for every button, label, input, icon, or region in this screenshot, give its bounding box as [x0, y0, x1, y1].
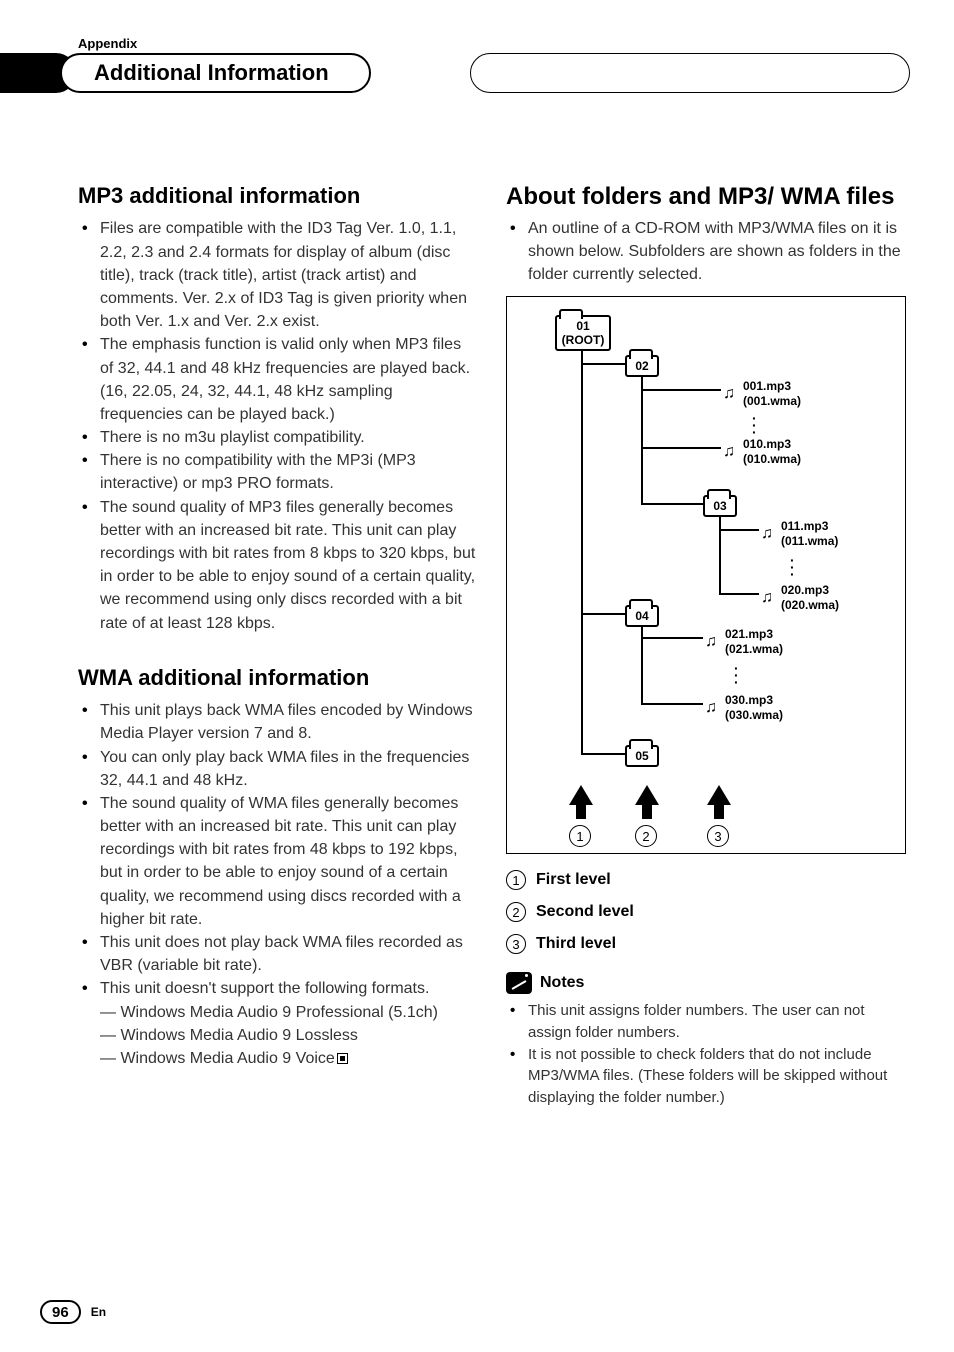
- list-item: The emphasis function is valid only when…: [78, 333, 478, 426]
- music-note-icon: [723, 444, 739, 460]
- up-arrow-icon: [707, 785, 731, 805]
- level-row: 1 First level: [506, 870, 906, 890]
- tree-line: [581, 363, 625, 365]
- file-020: 020.mp3(020.wma): [761, 583, 839, 612]
- wma-sub-text: — Windows Media Audio 9 Voice: [100, 1050, 335, 1067]
- tree-line: [719, 593, 759, 595]
- file-030: 030.mp3(030.wma): [705, 693, 783, 722]
- tree-line: [641, 703, 703, 705]
- list-item: There is no compatibility with the MP3i …: [78, 449, 478, 495]
- pencil-icon: [506, 972, 532, 994]
- tree-line: [719, 515, 721, 595]
- list-item: There is no m3u playlist compatibility.: [78, 426, 478, 449]
- folder-05: 05: [625, 745, 659, 767]
- circled-number: 1: [506, 870, 526, 890]
- page-number: 96: [40, 1300, 81, 1324]
- tree-line: [641, 375, 643, 505]
- music-note-icon: [761, 590, 777, 606]
- wma-bullet-list: This unit plays back WMA files encoded b…: [78, 699, 478, 1000]
- list-item: An outline of a CD-ROM with MP3/WMA file…: [506, 217, 906, 287]
- title-pill: Additional Information: [60, 53, 371, 93]
- notes-label: Notes: [540, 974, 584, 992]
- intro-list: An outline of a CD-ROM with MP3/WMA file…: [506, 217, 906, 287]
- folder-root: 01(ROOT): [555, 315, 611, 351]
- circled-number: 2: [506, 902, 526, 922]
- page-title: Additional Information: [94, 60, 329, 86]
- mp3-bullet-list: Files are compatible with the ID3 Tag Ve…: [78, 217, 478, 634]
- notes-list: This unit assigns folder numbers. The us…: [506, 1000, 906, 1109]
- level-label: Second level: [536, 903, 634, 921]
- mp3-heading: MP3 additional information: [78, 183, 478, 209]
- vertical-dots-icon: ···: [790, 557, 795, 578]
- tree-line: [581, 753, 625, 755]
- left-column: MP3 additional information Files are com…: [78, 183, 478, 1109]
- file-021: 021.mp3(021.wma): [705, 627, 783, 656]
- list-item: You can only play back WMA files in the …: [78, 746, 478, 792]
- level-row: 2 Second level: [506, 902, 906, 922]
- tree-line: [641, 389, 721, 391]
- tree-line: [581, 349, 583, 755]
- folder-04: 04: [625, 605, 659, 627]
- list-item: Files are compatible with the ID3 Tag Ve…: [78, 217, 478, 333]
- level-row: 3 Third level: [506, 934, 906, 954]
- list-item: The sound quality of MP3 files generally…: [78, 496, 478, 635]
- end-section-icon: [337, 1053, 348, 1064]
- right-heading: About folders and MP3/ WMA files: [506, 183, 906, 211]
- notes-heading: Notes: [506, 972, 906, 994]
- page-header: Appendix Additional Information: [0, 0, 954, 93]
- wma-heading: WMA additional information: [78, 665, 478, 691]
- vertical-dots-icon: ···: [752, 415, 757, 436]
- list-item: The sound quality of WMA files generally…: [78, 792, 478, 931]
- list-item: This unit does not play back WMA files r…: [78, 931, 478, 977]
- file-001: 001.mp3(001.wma): [723, 379, 801, 408]
- list-item: This unit plays back WMA files encoded b…: [78, 699, 478, 745]
- list-item: This unit assigns folder numbers. The us…: [506, 1000, 906, 1044]
- list-item: It is not possible to check folders that…: [506, 1044, 906, 1109]
- tree-line: [641, 637, 703, 639]
- tree-line: [581, 613, 625, 615]
- music-note-icon: [761, 526, 777, 542]
- folder-02: 02: [625, 355, 659, 377]
- music-note-icon: [705, 700, 721, 716]
- level-marker-1: 1: [569, 825, 591, 847]
- empty-pill: [470, 53, 910, 93]
- circled-number: 3: [506, 934, 526, 954]
- list-item: This unit doesn't support the following …: [78, 977, 478, 1000]
- tree-line: [641, 447, 721, 449]
- tree-line: [719, 529, 759, 531]
- music-note-icon: [723, 386, 739, 402]
- folder-tree-diagram: 01(ROOT) 02 03 04 05 001.mp3(001.wma) ··…: [506, 296, 906, 854]
- level-marker-2: 2: [635, 825, 657, 847]
- wma-sub-item: — Windows Media Audio 9 Professional (5.…: [78, 1001, 478, 1024]
- wma-sub-item: — Windows Media Audio 9 Lossless: [78, 1024, 478, 1047]
- tree-line: [641, 503, 703, 505]
- file-010: 010.mp3(010.wma): [723, 437, 801, 466]
- music-note-icon: [705, 634, 721, 650]
- vertical-dots-icon: ···: [734, 665, 739, 686]
- level-label: Third level: [536, 935, 616, 953]
- appendix-label: Appendix: [78, 36, 954, 51]
- up-arrow-icon: [635, 785, 659, 805]
- title-tab-row: Additional Information: [0, 53, 954, 93]
- language-label: En: [91, 1305, 106, 1319]
- file-011: 011.mp3(011.wma): [761, 519, 838, 548]
- level-label: First level: [536, 871, 611, 889]
- page-footer: 96 En: [40, 1300, 106, 1324]
- folder-03: 03: [703, 495, 737, 517]
- right-column: About folders and MP3/ WMA files An outl…: [506, 183, 906, 1109]
- level-legend: 1 First level 2 Second level 3 Third lev…: [506, 870, 906, 954]
- up-arrow-icon: [569, 785, 593, 805]
- wma-sub-item: — Windows Media Audio 9 Voice: [78, 1047, 478, 1070]
- level-marker-3: 3: [707, 825, 729, 847]
